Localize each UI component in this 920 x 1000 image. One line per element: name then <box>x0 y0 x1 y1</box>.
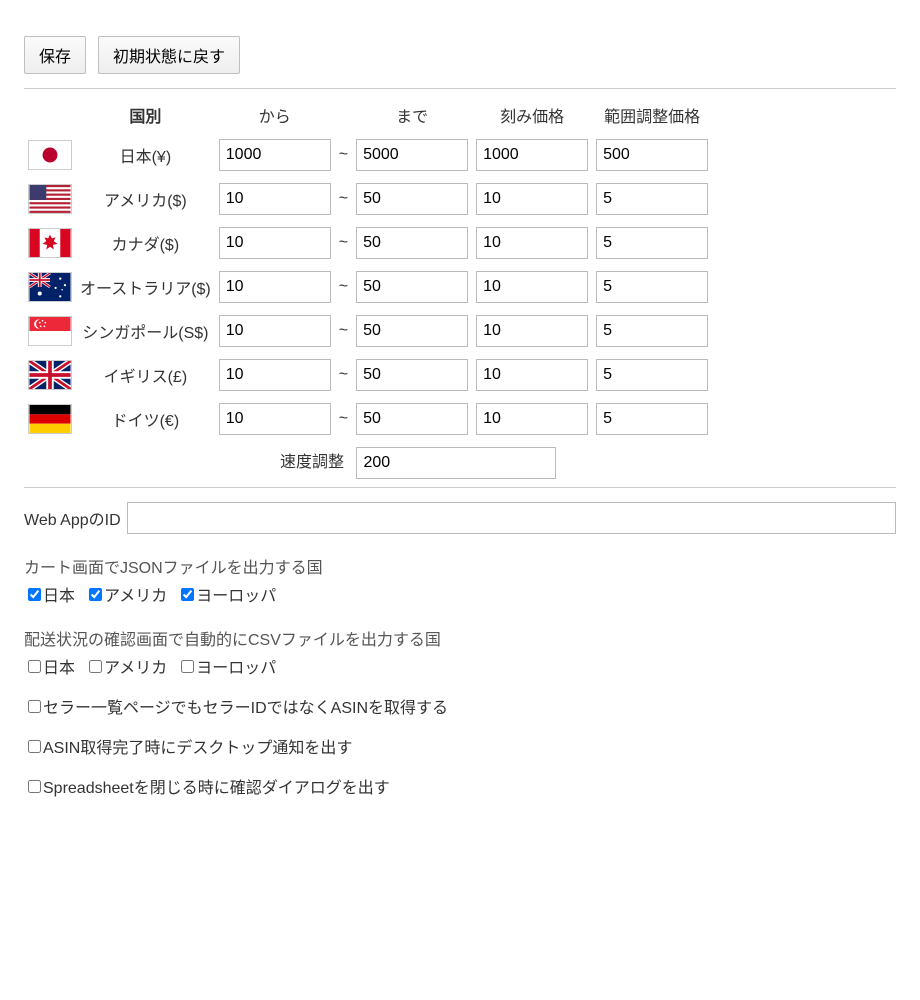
speed-label: 速度調整 <box>280 454 344 471</box>
csv-country-label: アメリカ <box>104 654 167 678</box>
header-to: まで <box>352 97 472 133</box>
reset-button[interactable]: 初期状態に戻す <box>98 36 240 74</box>
au-flag-icon <box>28 272 72 302</box>
country-name: ドイツ(€) <box>76 397 215 441</box>
from-input[interactable] <box>219 227 331 259</box>
header-step: 刻み価格 <box>472 97 592 133</box>
country-name: イギリス(£) <box>76 353 215 397</box>
json-country-item: アメリカ <box>85 582 167 606</box>
json-output-title: カート画面でJSONファイルを出力する国 <box>24 554 896 578</box>
json-country-checkbox[interactable] <box>28 588 41 601</box>
webapp-id-label: Web AppのID <box>24 506 121 530</box>
table-row: イギリス(£) ~ <box>24 353 712 397</box>
divider <box>24 88 896 89</box>
range-input[interactable] <box>596 359 708 391</box>
csv-output-title: 配送状況の確認画面で自動的にCSVファイルを出力する国 <box>24 626 896 650</box>
de-flag-icon <box>28 404 72 434</box>
country-name: シンガポール(S$) <box>76 309 215 353</box>
option-label: ASIN取得完了時にデスクトップ通知を出す <box>43 734 352 758</box>
to-input[interactable] <box>356 359 468 391</box>
json-country-label: ヨーロッパ <box>196 582 276 606</box>
table-row: オーストラリア($) ~ <box>24 265 712 309</box>
to-input[interactable] <box>356 227 468 259</box>
range-tilde: ~ <box>335 397 352 441</box>
table-row: シンガポール(S$) ~ <box>24 309 712 353</box>
country-name: アメリカ($) <box>76 177 215 221</box>
header-from: から <box>215 97 335 133</box>
range-input[interactable] <box>596 227 708 259</box>
range-tilde: ~ <box>335 221 352 265</box>
option-line: セラー一覧ページでもセラーIDではなくASINを取得する <box>24 694 896 718</box>
header-range: 範囲調整価格 <box>592 97 712 133</box>
json-country-item: 日本 <box>24 582 75 606</box>
option-checkbox[interactable] <box>28 740 41 753</box>
step-input[interactable] <box>476 139 588 171</box>
jp-flag-icon <box>28 140 72 170</box>
from-input[interactable] <box>219 315 331 347</box>
option-checkbox[interactable] <box>28 780 41 793</box>
country-name: オーストラリア($) <box>76 265 215 309</box>
option-label: Spreadsheetを閉じる時に確認ダイアログを出す <box>43 774 390 798</box>
step-input[interactable] <box>476 271 588 303</box>
header-country: 国別 <box>76 97 215 133</box>
range-input[interactable] <box>596 315 708 347</box>
speed-input[interactable] <box>356 447 556 479</box>
step-input[interactable] <box>476 359 588 391</box>
sg-flag-icon <box>28 316 72 346</box>
range-tilde: ~ <box>335 177 352 221</box>
csv-country-checkbox[interactable] <box>28 660 41 673</box>
range-input[interactable] <box>596 139 708 171</box>
json-country-checkbox[interactable] <box>89 588 102 601</box>
table-row: アメリカ($) ~ <box>24 177 712 221</box>
step-input[interactable] <box>476 183 588 215</box>
json-country-checkbox[interactable] <box>181 588 194 601</box>
option-line: Spreadsheetを閉じる時に確認ダイアログを出す <box>24 774 896 798</box>
table-row: カナダ($) ~ <box>24 221 712 265</box>
csv-country-label: 日本 <box>43 654 75 678</box>
range-tilde: ~ <box>335 265 352 309</box>
save-button[interactable]: 保存 <box>24 36 86 74</box>
from-input[interactable] <box>219 183 331 215</box>
us-flag-icon <box>28 184 72 214</box>
option-checkbox[interactable] <box>28 700 41 713</box>
range-input[interactable] <box>596 183 708 215</box>
step-input[interactable] <box>476 315 588 347</box>
range-tilde: ~ <box>335 353 352 397</box>
from-input[interactable] <box>219 359 331 391</box>
range-tilde: ~ <box>335 309 352 353</box>
json-country-label: 日本 <box>43 582 75 606</box>
json-country-item: ヨーロッパ <box>177 582 276 606</box>
json-country-label: アメリカ <box>104 582 167 606</box>
step-input[interactable] <box>476 227 588 259</box>
country-table: 国別 から まで 刻み価格 範囲調整価格 日本(¥)~アメリカ($)~カナダ($… <box>24 97 712 441</box>
table-row: ドイツ(€) ~ <box>24 397 712 441</box>
csv-country-label: ヨーロッパ <box>196 654 276 678</box>
range-tilde: ~ <box>335 133 352 177</box>
ca-flag-icon <box>28 228 72 258</box>
to-input[interactable] <box>356 139 468 171</box>
csv-country-item: ヨーロッパ <box>177 654 276 678</box>
uk-flag-icon <box>28 360 72 390</box>
from-input[interactable] <box>219 271 331 303</box>
to-input[interactable] <box>356 271 468 303</box>
csv-country-checkbox[interactable] <box>181 660 194 673</box>
range-input[interactable] <box>596 403 708 435</box>
from-input[interactable] <box>219 403 331 435</box>
csv-country-checkbox[interactable] <box>89 660 102 673</box>
csv-country-item: アメリカ <box>85 654 167 678</box>
from-input[interactable] <box>219 139 331 171</box>
csv-country-item: 日本 <box>24 654 75 678</box>
option-label: セラー一覧ページでもセラーIDではなくASINを取得する <box>43 694 448 718</box>
option-line: ASIN取得完了時にデスクトップ通知を出す <box>24 734 896 758</box>
range-input[interactable] <box>596 271 708 303</box>
divider <box>24 487 896 488</box>
step-input[interactable] <box>476 403 588 435</box>
table-row: 日本(¥) ~ <box>24 133 712 177</box>
to-input[interactable] <box>356 183 468 215</box>
country-name: カナダ($) <box>76 221 215 265</box>
to-input[interactable] <box>356 315 468 347</box>
country-name: 日本(¥) <box>76 133 215 177</box>
to-input[interactable] <box>356 403 468 435</box>
webapp-id-input[interactable] <box>127 502 896 534</box>
